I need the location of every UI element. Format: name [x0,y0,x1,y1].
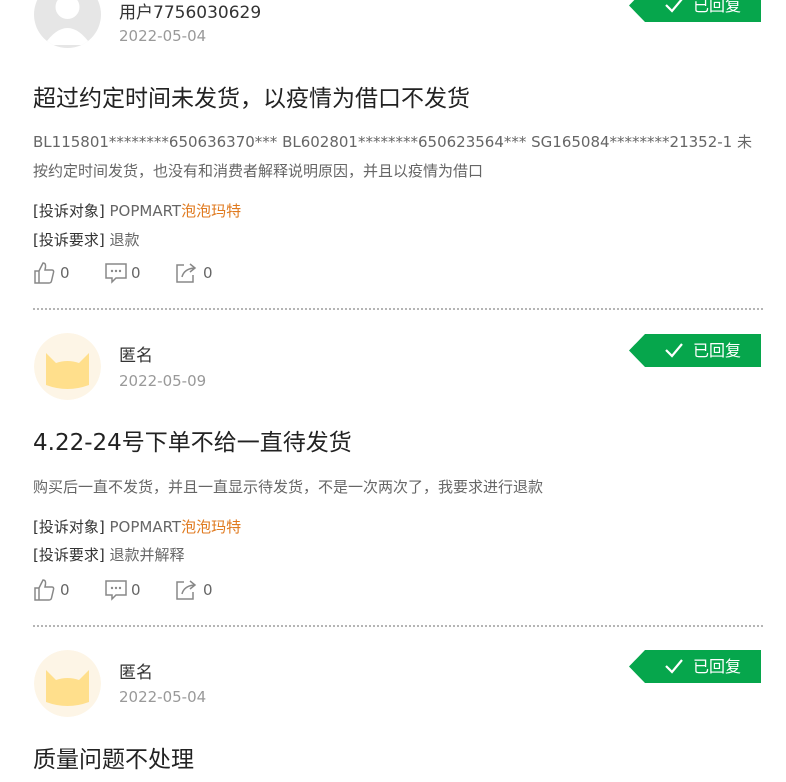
post-date: 2022-05-04 [119,688,207,706]
cat-avatar-icon[interactable] [34,650,101,717]
complaint-title[interactable]: 质量问题不处理 [33,745,194,775]
user-name[interactable]: 匿名 [119,662,153,684]
complaint-card: 匿名 2022-05-04 已回复 质量问题不处理 [0,0,786,782]
replied-badge: 已回复 [629,650,761,683]
check-icon [665,659,683,674]
status-label: 已回复 [693,657,742,676]
